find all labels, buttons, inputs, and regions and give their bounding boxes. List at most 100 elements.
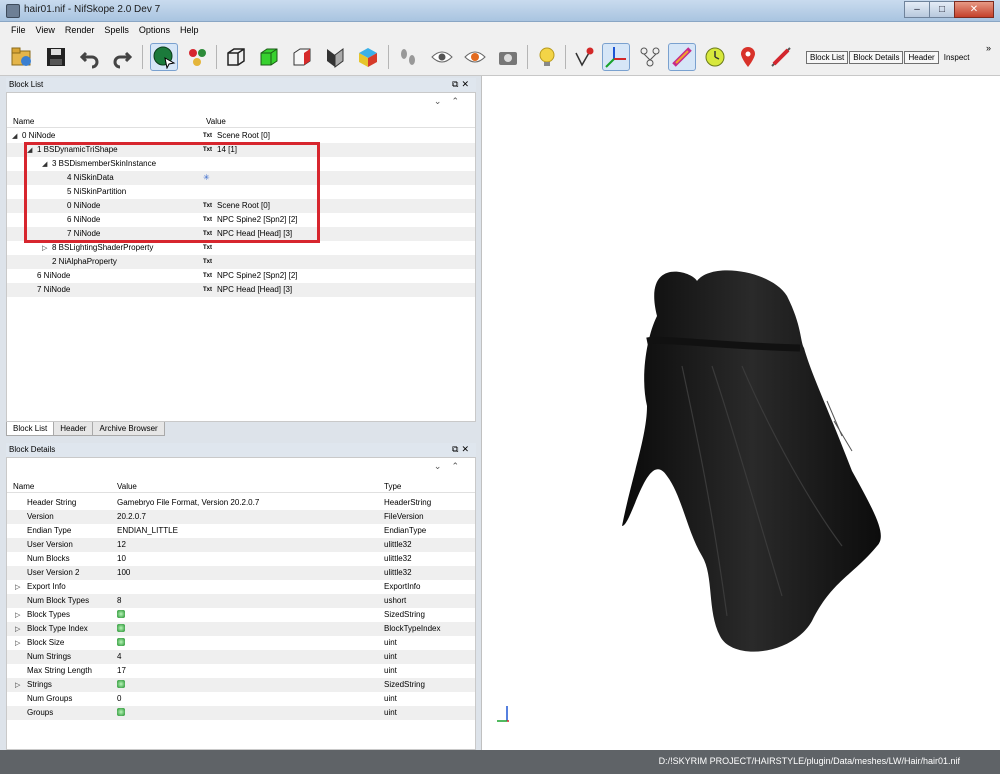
- collapse-expand-icons[interactable]: ⌄⌃: [434, 461, 469, 472]
- details-row[interactable]: ▷ Export Info ExportInfo: [7, 580, 475, 594]
- details-row[interactable]: ▷ Block Type Index BlockTypeIndex: [7, 622, 475, 636]
- tree-row[interactable]: 7 NiNode Txt NPC Head [Head] [3]: [7, 283, 475, 297]
- name-column-header[interactable]: Name: [13, 482, 34, 491]
- node-tree-icon[interactable]: [636, 43, 664, 71]
- details-row[interactable]: Max String Length 17 uint: [7, 664, 475, 678]
- normals-icon[interactable]: [321, 43, 349, 71]
- details-row-value[interactable]: ENDIAN_LITTLE: [117, 526, 178, 535]
- tree-row[interactable]: 6 NiNode Txt NPC Spine2 [Spn2] [2]: [7, 269, 475, 283]
- footprints-icon[interactable]: [394, 43, 422, 71]
- collapsed-arrow-icon[interactable]: ▷: [15, 681, 20, 689]
- minimize-button[interactable]: –: [904, 1, 930, 18]
- details-row-value[interactable]: [117, 708, 125, 717]
- details-row[interactable]: Groups uint: [7, 706, 475, 720]
- value-column-header[interactable]: Value: [206, 117, 226, 126]
- expanded-arrow-icon[interactable]: ◢: [12, 132, 17, 140]
- details-row[interactable]: Num Block Types 8 ushort: [7, 594, 475, 608]
- open-folder-icon[interactable]: [8, 43, 36, 71]
- details-row[interactable]: ▷ Block Size uint: [7, 636, 475, 650]
- details-row[interactable]: Num Groups 0 uint: [7, 692, 475, 706]
- lightbulb-icon[interactable]: [533, 43, 561, 71]
- details-row[interactable]: User Version 12 ulittle32: [7, 538, 475, 552]
- collapsed-arrow-icon[interactable]: ▷: [42, 244, 47, 252]
- menu-help[interactable]: Help: [175, 22, 204, 39]
- dock-float-close-controls[interactable]: ⧉✕: [452, 79, 472, 90]
- screenshot-camera-icon[interactable]: [494, 43, 522, 71]
- solid-cube-icon[interactable]: [255, 43, 283, 71]
- details-row-value[interactable]: 20.2.0.7: [117, 512, 146, 521]
- skeleton-bones-icon[interactable]: [668, 43, 696, 71]
- collapsed-arrow-icon[interactable]: ▷: [15, 639, 20, 647]
- eye-icon[interactable]: [428, 43, 456, 71]
- tab-archive-browser[interactable]: Archive Browser: [92, 422, 165, 436]
- details-row-value[interactable]: [117, 638, 125, 647]
- details-row-value[interactable]: 10: [117, 554, 126, 563]
- details-row[interactable]: Num Blocks 10 ulittle32: [7, 552, 475, 566]
- eye-target-icon[interactable]: [461, 43, 489, 71]
- details-row[interactable]: ▷ Strings SizedString: [7, 678, 475, 692]
- menu-spells[interactable]: Spells: [99, 22, 134, 39]
- value-column-header[interactable]: Value: [117, 482, 137, 491]
- details-row-value[interactable]: [117, 610, 125, 619]
- details-row-value[interactable]: 100: [117, 568, 130, 577]
- details-row-value[interactable]: [117, 624, 125, 633]
- tree-row[interactable]: ◢ 0 NiNode Txt Scene Root [0]: [7, 129, 475, 143]
- dock-float-close-controls[interactable]: ⧉✕: [452, 444, 472, 455]
- tree-row[interactable]: 4 NiSkinData ✳: [7, 171, 475, 185]
- expanded-arrow-icon[interactable]: ◢: [42, 160, 47, 168]
- tree-row[interactable]: ◢ 3 BSDismemberSkinInstance: [7, 157, 475, 171]
- menu-view[interactable]: View: [31, 22, 60, 39]
- details-row[interactable]: ▷ Block Types SizedString: [7, 608, 475, 622]
- details-row-value[interactable]: 17: [117, 666, 126, 675]
- menu-options[interactable]: Options: [134, 22, 175, 39]
- tree-row[interactable]: 2 NiAlphaProperty Txt: [7, 255, 475, 269]
- expanded-arrow-icon[interactable]: ◢: [27, 146, 32, 154]
- tab-header[interactable]: Header: [53, 422, 94, 436]
- header-toggle[interactable]: Header: [904, 51, 939, 64]
- undo-icon[interactable]: [76, 43, 104, 71]
- tree-row[interactable]: 6 NiNode Txt NPC Spine2 [Spn2] [2]: [7, 213, 475, 227]
- menu-file[interactable]: File: [6, 22, 31, 39]
- map-marker-icon[interactable]: [734, 43, 762, 71]
- vertex-pin-icon[interactable]: [570, 43, 598, 71]
- tab-block-list[interactable]: Block List: [6, 422, 55, 436]
- collapse-expand-icons[interactable]: ⌄⌃: [434, 96, 469, 107]
- collapsed-arrow-icon[interactable]: ▷: [15, 583, 20, 591]
- name-column-header[interactable]: Name: [13, 117, 34, 126]
- tree-row[interactable]: 0 NiNode Txt Scene Root [0]: [7, 199, 475, 213]
- details-row[interactable]: User Version 2 100 ulittle32: [7, 566, 475, 580]
- details-row-value[interactable]: 0: [117, 694, 121, 703]
- axes-icon[interactable]: [602, 43, 630, 71]
- collapsed-arrow-icon[interactable]: ▷: [15, 611, 20, 619]
- close-button[interactable]: ✕: [954, 1, 994, 18]
- block-list-toggle[interactable]: Block List: [806, 51, 849, 64]
- details-row-value[interactable]: 12: [117, 540, 126, 549]
- tree-row[interactable]: ▷ 8 BSLightingShaderProperty Txt: [7, 241, 475, 255]
- toolbar-overflow-button[interactable]: »: [986, 43, 991, 53]
- type-column-header[interactable]: Type: [384, 482, 401, 491]
- details-row-value[interactable]: [117, 680, 125, 689]
- tree-row[interactable]: 5 NiSkinPartition: [7, 185, 475, 199]
- disable-marker-icon[interactable]: [767, 43, 795, 71]
- tree-row[interactable]: ◢ 1 BSDynamicTriShape Txt 14 [1]: [7, 143, 475, 157]
- select-object-icon[interactable]: [150, 43, 178, 71]
- details-row-value[interactable]: 4: [117, 652, 121, 661]
- wireframe-cube-icon[interactable]: [222, 43, 250, 71]
- details-row-value[interactable]: Gamebryo File Format, Version 20.2.0.7: [117, 498, 259, 507]
- 3d-viewport[interactable]: [481, 76, 1000, 750]
- details-row[interactable]: Endian Type ENDIAN_LITTLE EndianType: [7, 524, 475, 538]
- select-vertex-icon[interactable]: [184, 43, 212, 71]
- redo-icon[interactable]: [108, 43, 136, 71]
- textured-cube-icon[interactable]: [288, 43, 316, 71]
- color-cube-icon[interactable]: [354, 43, 382, 71]
- inspect-toggle[interactable]: Inspect: [944, 53, 970, 62]
- tree-row[interactable]: 7 NiNode Txt NPC Head [Head] [3]: [7, 227, 475, 241]
- save-icon[interactable]: [42, 43, 70, 71]
- maximize-button[interactable]: □: [929, 1, 955, 18]
- details-row[interactable]: Header String Gamebryo File Format, Versi…: [7, 496, 475, 510]
- block-details-toggle[interactable]: Block Details: [849, 51, 904, 64]
- menu-render[interactable]: Render: [60, 22, 100, 39]
- clock-icon[interactable]: [701, 43, 729, 71]
- details-row[interactable]: Num Strings 4 uint: [7, 650, 475, 664]
- details-row-value[interactable]: 8: [117, 596, 121, 605]
